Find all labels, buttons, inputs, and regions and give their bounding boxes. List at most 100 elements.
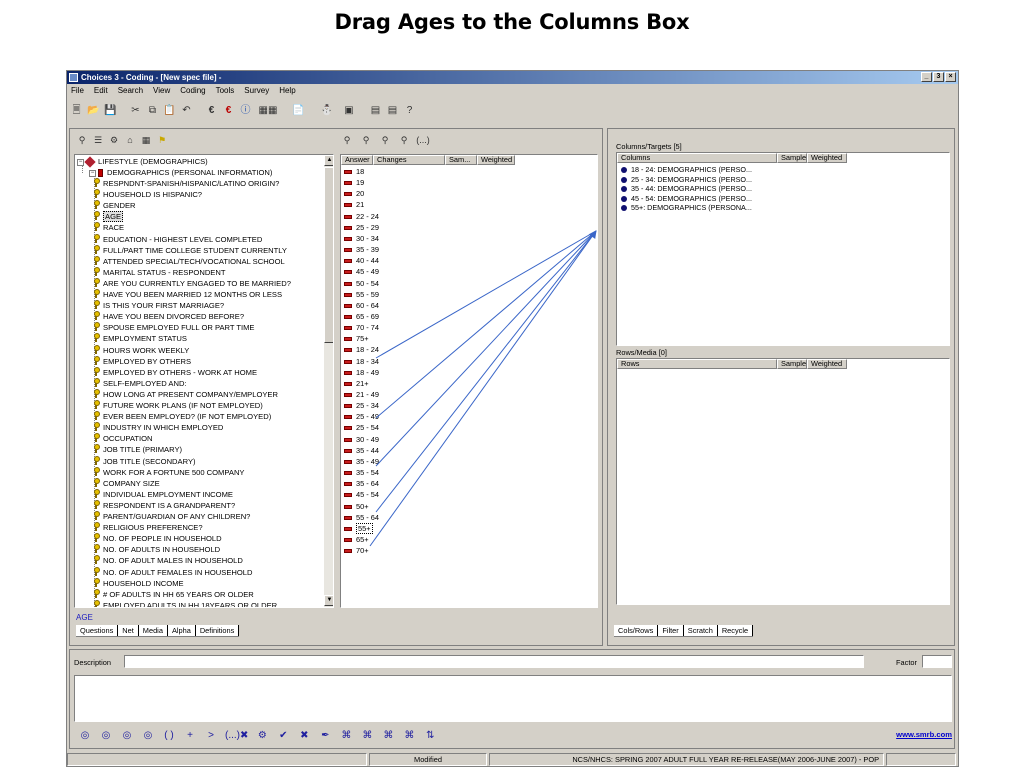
tree-item[interactable]: SELF-EMPLOYED AND: <box>93 377 187 389</box>
answer-row[interactable]: 19 <box>344 177 364 188</box>
people-icon[interactable]: ⛄ <box>316 103 338 118</box>
tree-doc-icon[interactable]: ▦ <box>140 134 152 146</box>
tree-item[interactable]: GENDER <box>93 200 136 211</box>
answer-column-header[interactable]: Weighted <box>477 155 515 165</box>
answer-row[interactable]: 45 - 54 <box>344 489 379 500</box>
close-button[interactable]: × <box>945 72 956 82</box>
operator-14-icon[interactable]: ⌘ <box>381 729 395 743</box>
tree-item[interactable]: HOURS WORK WEEKLY <box>93 344 189 356</box>
operator-7-icon[interactable]: (...)✖ <box>225 729 248 743</box>
menu-coding[interactable]: Coding <box>178 85 207 97</box>
open-icon[interactable]: 📂 <box>86 103 101 118</box>
tree-scrollbar[interactable]: ▲ ▼ <box>324 155 333 607</box>
operator-4-icon[interactable]: ( ) <box>162 729 176 743</box>
form-icon[interactable]: ▣ <box>340 103 358 118</box>
column-header[interactable]: Sample <box>777 153 807 163</box>
columns-box[interactable]: Columns Sample Weighted 18 - 24: DEMOGRAPH… <box>616 152 950 346</box>
column-target-row[interactable]: 55+: DEMOGRAPHICS (PERSONA... <box>621 203 752 213</box>
answer-row[interactable]: 60 - 64 <box>344 300 379 311</box>
tree-item[interactable]: RESPONDENT IS A GRANDPARENT? <box>93 499 235 511</box>
tree-item[interactable]: EMPLOYED ADULTS IN HH 18YEARS OR OLDER <box>93 599 277 607</box>
copy-icon[interactable]: ⧉ <box>145 103 160 118</box>
answer-row[interactable]: 50+ <box>344 501 369 512</box>
operator-2-icon[interactable]: ◎ <box>120 729 134 743</box>
factor-input[interactable] <box>922 655 952 668</box>
answer-row[interactable]: 30 - 34 <box>344 233 379 244</box>
column-target-row[interactable]: 35 - 44: DEMOGRAPHICS (PERSO... <box>621 184 752 194</box>
answer-tool-2-icon[interactable]: ⚲ <box>359 134 373 146</box>
column-target-row[interactable]: 18 - 24: DEMOGRAPHICS (PERSO... <box>621 165 752 175</box>
tree-item[interactable]: RELIGIOUS PREFERENCE? <box>93 522 203 533</box>
tree-item[interactable]: NO. OF ADULTS IN HOUSEHOLD <box>93 544 220 555</box>
tab-recycle[interactable]: Recycle <box>717 625 754 636</box>
answer-row[interactable]: 55 - 59 <box>344 289 379 300</box>
tree-item[interactable]: INDUSTRY IN WHICH EMPLOYED <box>93 422 223 433</box>
tree-item[interactable]: ATTENDED SPECIAL/TECH/VOCATIONAL SCHOOL <box>93 255 285 267</box>
answer-row[interactable]: 35 - 44 <box>344 445 379 456</box>
column-target-row[interactable]: 25 - 34: DEMOGRAPHICS (PERSO... <box>621 175 752 185</box>
column-header[interactable]: Sample <box>777 359 807 369</box>
binoculars-icon[interactable]: ⚲ <box>76 134 88 146</box>
answer-row[interactable]: 55 - 64 <box>344 512 379 523</box>
scroll-down-icon[interactable]: ▼ <box>324 595 333 606</box>
operator-6-icon[interactable]: > <box>204 729 218 743</box>
tree-root[interactable]: − LIFESTYLE (DEMOGRAPHICS) <box>77 156 208 168</box>
answer-row[interactable]: 35 - 39 <box>344 244 379 255</box>
answer-row[interactable]: 21 - 49 <box>344 389 379 400</box>
answer-row[interactable]: 25 - 54 <box>344 422 379 433</box>
cut-icon[interactable]: ✂ <box>128 103 143 118</box>
description-input[interactable] <box>124 655 864 668</box>
tree-item[interactable]: NO. OF PEOPLE IN HOUSEHOLD <box>93 533 222 544</box>
tab-filter[interactable]: Filter <box>658 625 684 636</box>
tree-home-icon[interactable]: ⌂ <box>124 134 136 146</box>
answer-row[interactable]: 65+ <box>344 534 369 545</box>
column-header[interactable]: Rows <box>617 359 777 369</box>
tree-category[interactable]: − DEMOGRAPHICS (PERSONAL INFORMATION) <box>89 167 272 178</box>
tree-item[interactable]: EMPLOYED BY OTHERS - WORK AT HOME <box>93 366 257 378</box>
operator-16-icon[interactable]: ⇅ <box>423 729 437 743</box>
tree-item[interactable]: NO. OF ADULT FEMALES IN HOUSEHOLD <box>93 566 253 578</box>
answer-row[interactable]: 18 - 49 <box>344 367 379 378</box>
tab-questions[interactable]: Questions <box>76 625 119 636</box>
tree-item[interactable]: HOUSEHOLD IS HISPANIC? <box>93 189 202 200</box>
answer-tool-4-icon[interactable]: ⚲ <box>397 134 411 146</box>
answer-column-header[interactable]: Answer <box>341 155 373 165</box>
answer-row[interactable]: 25 - 34 <box>344 400 379 411</box>
column-header[interactable]: Weighted <box>807 359 847 369</box>
answer-tool-1-icon[interactable]: ⚲ <box>340 134 354 146</box>
tree-item[interactable]: SPOUSE EMPLOYED FULL OR PART TIME <box>93 322 255 333</box>
menu-edit[interactable]: Edit <box>92 85 110 97</box>
answer-row[interactable]: 65 - 69 <box>344 311 379 322</box>
question-icon[interactable]: ? <box>402 103 417 118</box>
answer-row[interactable]: 18 - 24 <box>344 344 379 355</box>
answer-row[interactable]: 21 <box>344 199 364 210</box>
tree-item[interactable]: HAVE YOU BEEN DIVORCED BEFORE? <box>93 311 244 322</box>
tree-item[interactable]: FULL/PART TIME COLLEGE STUDENT CURRENTLY <box>93 244 287 256</box>
tab-media[interactable]: Media <box>138 625 168 636</box>
tree-item[interactable]: HOW LONG AT PRESENT COMPANY/EMPLOYER <box>93 388 278 400</box>
tree-expand-icon[interactable]: ☰ <box>92 134 104 146</box>
tree-item[interactable]: RESPNDNT-SPANISH/HISPANIC/LATINO ORIGIN? <box>93 178 279 189</box>
operator-10-icon[interactable]: ✖ <box>297 729 311 743</box>
grid-icon[interactable]: ▦▦ <box>255 103 281 118</box>
menu-file[interactable]: File <box>69 85 86 97</box>
menu-search[interactable]: Search <box>116 85 145 97</box>
tree-item[interactable]: NO. OF ADULT MALES IN HOUSEHOLD <box>93 555 243 566</box>
answer-row[interactable]: 40 - 44 <box>344 255 379 266</box>
tab-alpha[interactable]: Alpha <box>167 625 196 636</box>
help-circle-icon[interactable]: ⓘ <box>238 103 253 118</box>
tree-item[interactable]: INDIVIDUAL EMPLOYMENT INCOME <box>93 488 233 500</box>
answer-row[interactable]: 18 <box>344 166 364 177</box>
tree-item[interactable]: EMPLOYMENT STATUS <box>93 333 187 344</box>
tree-item[interactable]: IS THIS YOUR FIRST MARRIAGE? <box>93 300 224 311</box>
operator-8-icon[interactable]: ⚙ <box>255 729 269 743</box>
tab-net[interactable]: Net <box>118 625 139 636</box>
tab-definitions[interactable]: Definitions <box>195 625 240 636</box>
operator-0-icon[interactable]: ◎ <box>78 729 92 743</box>
tab-scratch[interactable]: Scratch <box>683 625 718 636</box>
menu-view[interactable]: View <box>151 85 172 97</box>
stat2-icon[interactable]: € <box>221 103 236 118</box>
scroll-thumb[interactable] <box>324 167 333 343</box>
column-header[interactable]: Columns <box>617 153 777 163</box>
answer-row[interactable]: 70+ <box>344 545 369 556</box>
